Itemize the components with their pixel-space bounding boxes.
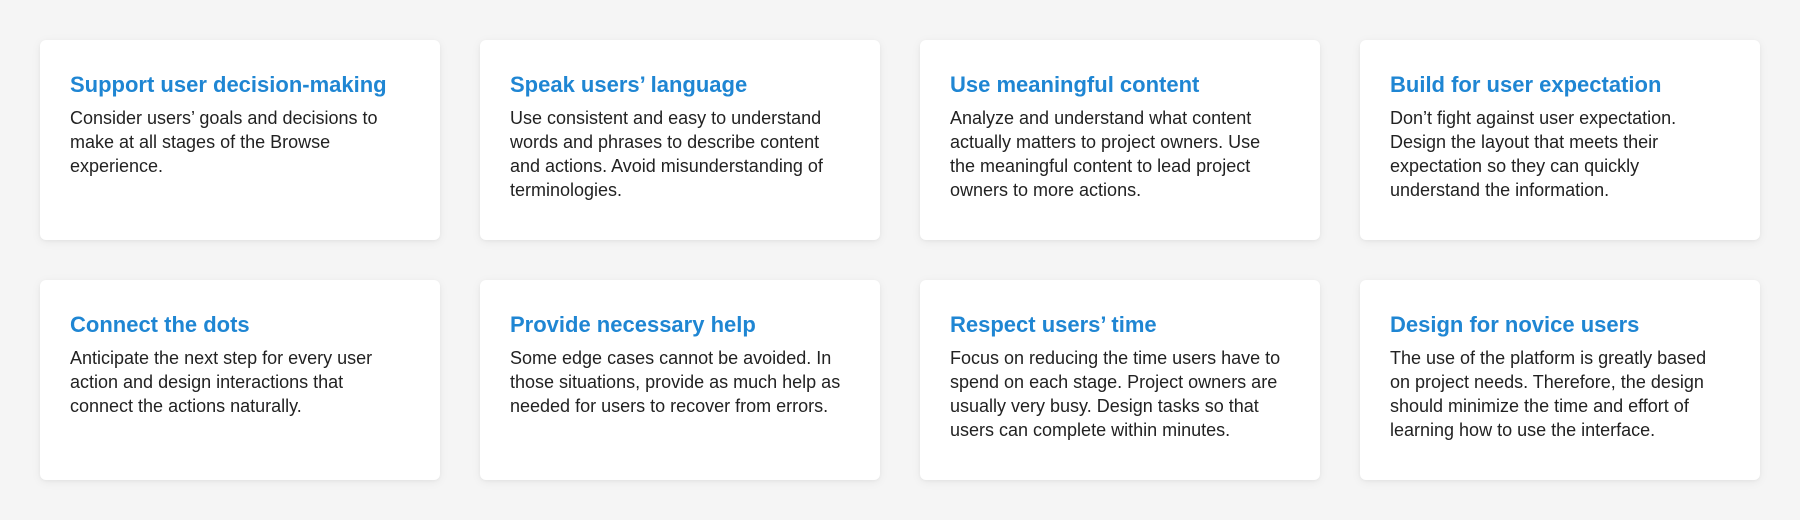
card-title: Support user decision-making [70,72,387,97]
card-description: Consider users’ goals and decisions to m… [70,108,378,176]
card-title: Connect the dots [70,312,250,337]
card-description: Don’t fight against user expectation. De… [1390,108,1677,200]
principles-grid: Support user decision-making Consider us… [0,0,1800,520]
principle-card: Speak users’ language Use consistent and… [480,40,880,240]
principle-card: Connect the dots Anticipate the next ste… [40,280,440,480]
principle-card: Design for novice users The use of the p… [1360,280,1760,480]
card-title: Provide necessary help [510,312,756,337]
card-description: Use consistent and easy to understand wo… [510,108,823,200]
card-title: Respect users’ time [950,312,1157,337]
card-description: Anticipate the next step for every user … [70,348,373,416]
card-title: Design for novice users [1390,312,1640,337]
card-title: Build for user expectation [1390,72,1662,97]
principle-card: Respect users’ time Focus on reducing th… [920,280,1320,480]
card-description: Focus on reducing the time users have to… [950,348,1281,440]
principle-card: Build for user expectation Don’t fight a… [1360,40,1760,240]
principle-card: Support user decision-making Consider us… [40,40,440,240]
card-description: Some edge cases cannot be avoided. In th… [510,348,841,416]
card-description: The use of the platform is greatly based… [1390,348,1707,440]
card-title: Speak users’ language [510,72,748,97]
principle-card: Provide necessary help Some edge cases c… [480,280,880,480]
card-title: Use meaningful content [950,72,1200,97]
principle-card: Use meaningful content Analyze and under… [920,40,1320,240]
card-description: Analyze and understand what content actu… [950,108,1261,200]
